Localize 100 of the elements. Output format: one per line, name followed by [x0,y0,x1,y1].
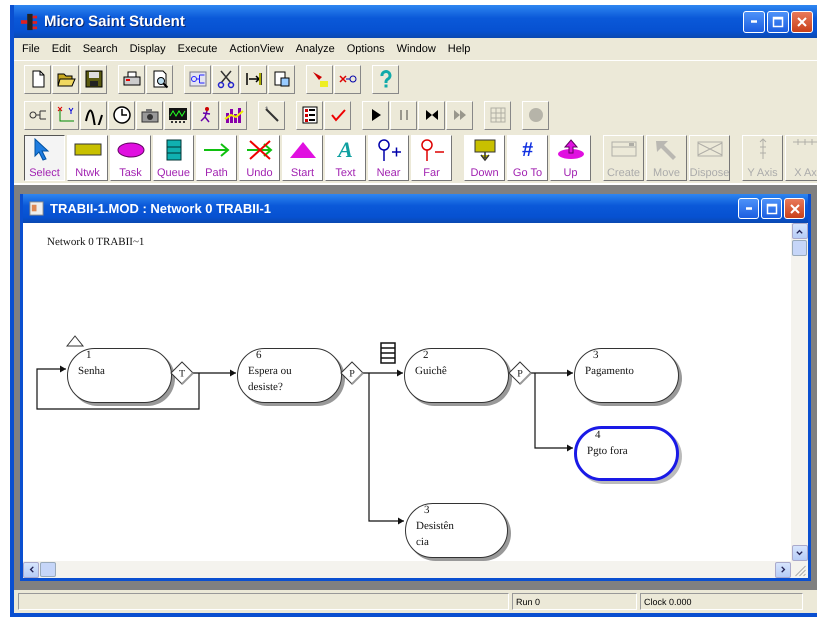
toolbar-button[interactable] [212,64,239,94]
minimize-button[interactable] [738,198,759,219]
network-icon [188,69,208,89]
chevron-down-icon [795,548,804,558]
window-title: Micro Saint Student [44,13,186,30]
task-name: Espera ou desiste? [248,364,293,395]
menu-item[interactable]: Help [444,41,478,57]
tool-button[interactable]: Select [24,135,65,181]
task-node[interactable]: 3 Pagamento [574,348,679,403]
toolbar-button[interactable] [24,64,51,94]
maximize-button[interactable] [761,198,782,219]
document-title: TRABII-1.MOD : Network 0 TRABII-1 [50,201,272,216]
horizontal-axis-icon [792,138,817,146]
scroll-up-button[interactable] [792,223,808,239]
tool-glyph: # [522,138,534,162]
close-button[interactable] [791,10,813,32]
task-node[interactable]: 2 Guichê [404,348,509,403]
scroll-right-button[interactable] [775,562,791,578]
task-number: 6 [256,349,262,361]
toolbar-button[interactable] [268,64,295,94]
scroll-thumb[interactable] [40,562,56,577]
bar-chart-icon [224,105,244,125]
tool-button[interactable]: A Text [325,135,366,181]
toolbar-button[interactable] [146,64,173,94]
task-node[interactable]: 1 Senha [67,348,172,403]
scroll-down-button[interactable] [792,545,808,561]
run-counter: Run 0 [512,593,637,610]
tool-button[interactable]: Up [550,135,591,181]
clock-icon [112,105,132,125]
toolbar-button[interactable] [118,64,145,94]
tool-button[interactable]: Undo [239,135,280,181]
tool-button[interactable]: Ntwk [67,135,108,181]
crossed-arrow-icon [244,138,274,162]
tool-glyph: A [338,138,353,162]
task-name: Pagamento [585,364,634,379]
toolbar-button[interactable] [220,100,247,130]
chevron-right-icon [778,565,788,574]
save-icon [84,69,104,89]
scroll-thumb[interactable] [792,240,806,256]
toolbar-button[interactable] [240,64,267,94]
tool-button[interactable]: Down [464,135,505,181]
tool-button[interactable]: Task [110,135,151,181]
menu-item[interactable]: Window [392,41,444,57]
menu-item[interactable]: Edit [48,41,79,57]
checklist-icon [300,105,320,125]
toolbar-button[interactable] [80,100,107,130]
menu-item[interactable]: Analyze [292,41,343,57]
minimize-button[interactable] [743,10,765,32]
task-name: Pgto fora [587,444,628,459]
paste-icon [272,69,292,89]
toolbar-button[interactable] [24,100,51,130]
clock-readout: Clock 0.000 [640,593,803,610]
toolbar-button[interactable] [80,64,107,94]
grid-icon [488,105,508,125]
tool-button[interactable]: Queue [153,135,194,181]
tool-button[interactable]: Near [368,135,409,181]
toolbar-button[interactable] [296,100,323,130]
close-icon [788,202,800,214]
toolbar-button[interactable] [184,64,211,94]
task-node[interactable]: 6 Espera ou desiste? [237,348,342,403]
task-number: 1 [86,349,92,361]
task-number: 4 [595,429,600,441]
toolbar-button[interactable] [108,100,135,130]
toolbar-button[interactable] [52,64,79,94]
menu-item[interactable]: File [18,41,48,57]
menu-item[interactable]: Search [78,41,126,57]
toolbar-button[interactable] [164,100,191,130]
maximize-icon [772,16,784,28]
maximize-button[interactable] [767,10,789,32]
toolbar-button[interactable] [136,100,163,130]
close-button[interactable] [784,198,805,219]
vertical-axis-icon [758,138,766,160]
tool-button[interactable]: # Go To [507,135,548,181]
task-node[interactable]: 4 Pgto fora [574,426,679,481]
queue-icon [380,342,396,364]
toolbar-button[interactable] [192,100,219,130]
tool-button[interactable]: Start [282,135,323,181]
close-icon [796,16,808,28]
toolbar-button[interactable] [418,100,445,130]
task-number: 3 [593,349,598,361]
decision-diamond: P [340,361,364,385]
toolbar-button[interactable] [334,64,361,94]
scissors-icon [216,69,236,89]
tool-button[interactable]: Path [196,135,237,181]
task-node[interactable]: 3 Desistência [405,503,508,558]
tool-button[interactable]: Far [411,135,452,181]
menu-item[interactable]: Display [126,41,174,57]
task-name: Desistência [416,519,455,550]
scroll-left-button[interactable] [23,562,39,578]
menu-item[interactable]: Options [342,41,393,57]
menu-item[interactable]: Execute [174,41,226,57]
maximize-icon [766,202,778,214]
app-logo-icon [20,12,38,30]
toolbar-button[interactable] [362,100,389,130]
toolbar-button[interactable] [258,100,285,130]
start-marker-icon [65,335,85,347]
menu-item[interactable]: ActionView [225,41,292,57]
monitor-icon [168,105,188,125]
minimize-icon [746,207,752,210]
minimize-icon [751,20,757,23]
